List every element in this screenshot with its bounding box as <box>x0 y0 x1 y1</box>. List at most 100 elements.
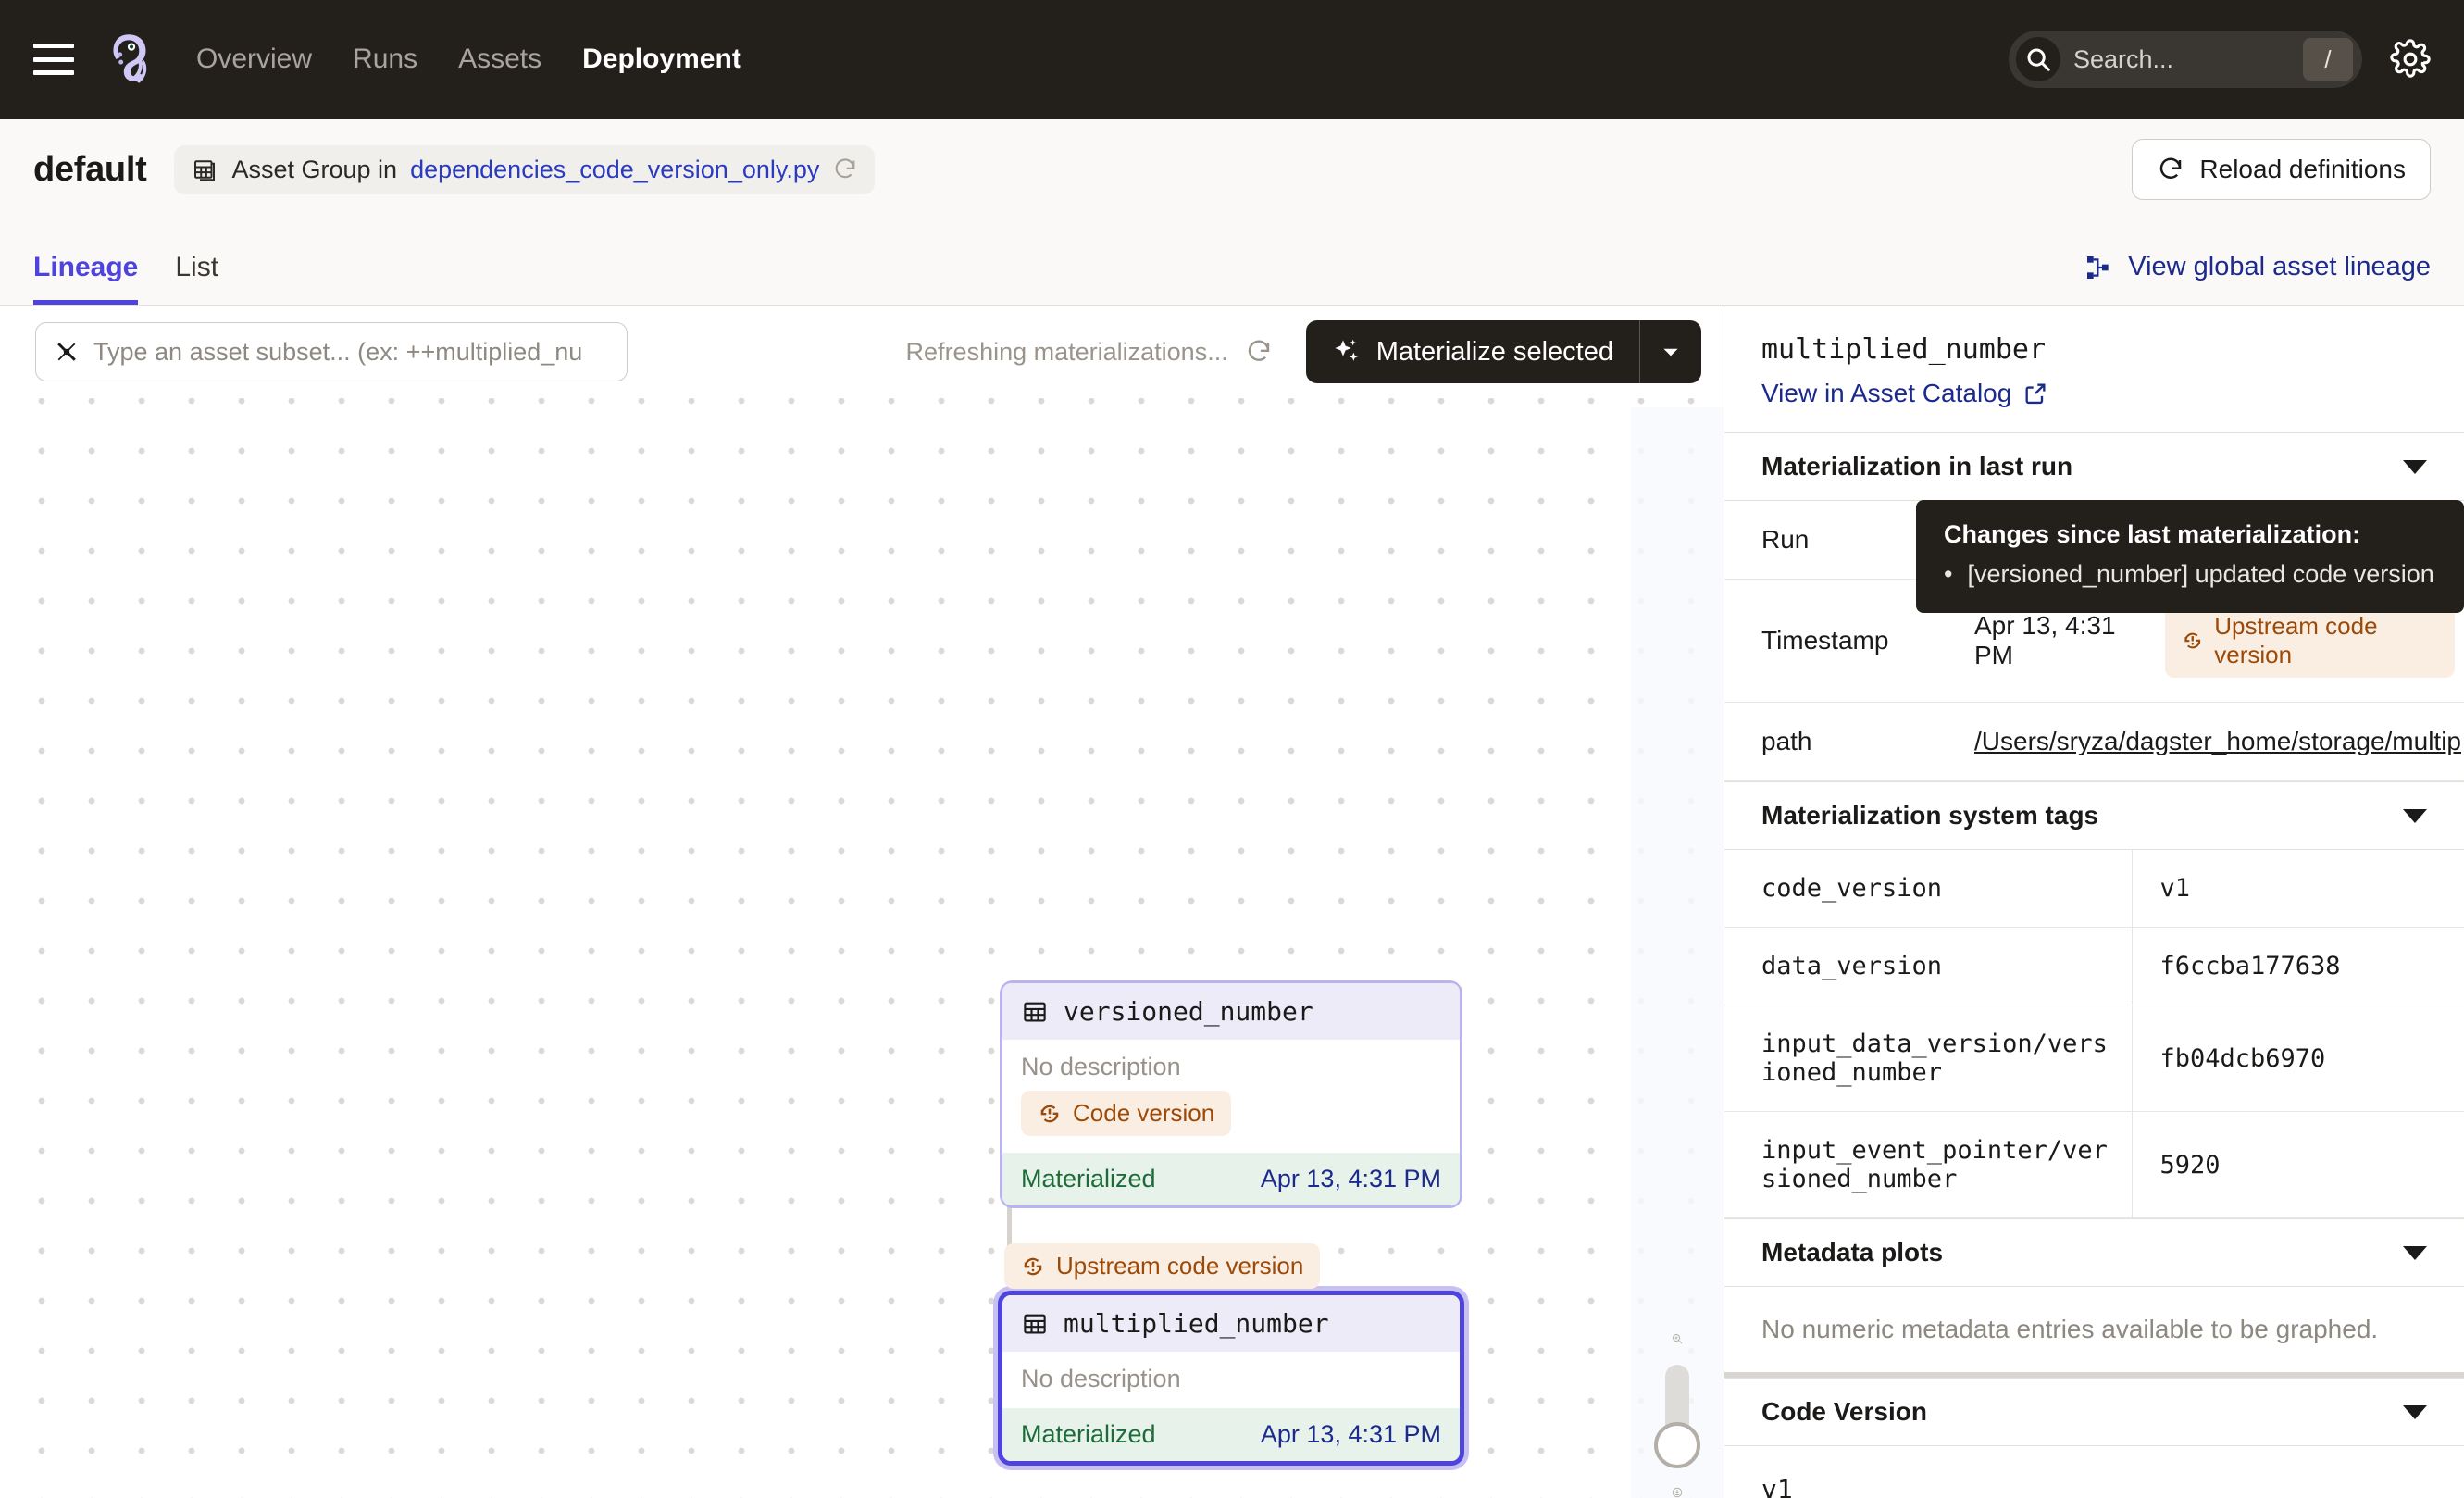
table-row: code_version v1 <box>1724 850 2464 928</box>
section-materialization-system-tags[interactable]: Materialization system tags <box>1724 781 2464 850</box>
asset-group-label: Asset Group in <box>231 156 397 184</box>
asset-group-file-link[interactable]: dependencies_code_version_only.py <box>410 156 819 184</box>
graph-edge-label: Upstream code version <box>1004 1243 1320 1289</box>
code-version-icon <box>2182 629 2204 653</box>
zoom-slider-handle[interactable] <box>1654 1422 1700 1468</box>
asset-lineage-graph[interactable]: Type an asset subset... (ex: ++multiplie… <box>0 306 1724 1498</box>
search-icon <box>2016 37 2060 81</box>
asset-node-status: Materialized <box>1021 1165 1156 1193</box>
tooltip-item-text: [versioned_number] updated code version <box>1967 560 2433 589</box>
section-metadata-plots[interactable]: Metadata plots <box>1724 1218 2464 1287</box>
asset-node-description: No description <box>1002 1352 1460 1408</box>
asset-group-breadcrumb: Asset Group in dependencies_code_version… <box>174 145 875 194</box>
materialization-timestamp: Apr 13, 4:31 PM <box>1974 611 2145 670</box>
row-key: data_version <box>1724 928 2132 1005</box>
table-row: input_data_version/versioned_number fb04… <box>1724 1005 2464 1112</box>
page-header: default Asset Group in dependencies_code… <box>0 119 2464 220</box>
page-title: default <box>33 150 146 190</box>
nav-link-runs[interactable]: Runs <box>353 44 417 75</box>
asset-node-footer: Materialized Apr 13, 4:31 PM <box>1002 1153 1460 1205</box>
graph-edge-label-text: Upstream code version <box>1056 1252 1303 1280</box>
upstream-code-version-badge[interactable]: Upstream code version <box>2165 604 2455 678</box>
refresh-status-label: Refreshing materializations... <box>906 338 1228 367</box>
asset-node-header: multiplied_number <box>1002 1295 1460 1352</box>
view-global-asset-lineage-link[interactable]: View global asset lineage <box>2084 252 2431 282</box>
asset-node-multiplied-number[interactable]: multiplied_number No description Materia… <box>998 1291 1464 1466</box>
reload-definitions-button[interactable]: Reload definitions <box>2132 139 2431 200</box>
nav-right-controls: Search... / <box>2009 0 2431 119</box>
dagster-logo-icon[interactable] <box>100 29 161 90</box>
table-row: input_event_pointer/versioned_number 592… <box>1724 1112 2464 1218</box>
gear-icon[interactable] <box>2390 39 2431 80</box>
section-materialization-in-last-run[interactable]: Materialization in last run <box>1724 432 2464 501</box>
row-value: 5920 <box>2132 1112 2464 1218</box>
refresh-icon[interactable] <box>1245 338 1273 366</box>
chevron-down-icon[interactable] <box>2403 460 2427 474</box>
code-version-badge-label: Code version <box>1073 1099 1214 1128</box>
nav-link-deployment[interactable]: Deployment <box>582 44 741 75</box>
table-icon <box>1021 998 1049 1026</box>
row-key: path <box>1724 703 1937 781</box>
external-link-icon <box>2022 381 2048 406</box>
upstream-code-version-badge[interactable]: Upstream code version <box>1004 1243 1320 1289</box>
tab-list[interactable]: List <box>175 252 218 305</box>
nav-link-assets[interactable]: Assets <box>458 44 541 75</box>
metadata-plots-empty-message: No numeric metadata entries available to… <box>1724 1287 2464 1378</box>
lineage-graph-icon <box>2084 253 2113 282</box>
view-global-asset-lineage-label: View global asset lineage <box>2128 252 2431 282</box>
materialize-dropdown-button[interactable] <box>1640 320 1701 383</box>
row-key: Timestamp <box>1724 580 1937 703</box>
chevron-down-icon[interactable] <box>2403 1246 2427 1260</box>
asset-group-icon <box>191 156 218 183</box>
tooltip-list-item: • [versioned_number] updated code versio… <box>1944 560 2436 589</box>
table-icon <box>1021 1310 1049 1338</box>
table-row: path /Users/sryza/dagster_home/storage/m… <box>1724 703 2464 781</box>
zoom-in-icon[interactable] <box>1653 1333 1701 1344</box>
graph-zoom-controls <box>1631 407 1724 1498</box>
nav-link-overview[interactable]: Overview <box>196 44 312 75</box>
bullet-icon: • <box>1944 560 1952 589</box>
row-key: Run <box>1724 501 1937 580</box>
global-search-input[interactable]: Search... / <box>2009 31 2362 88</box>
chevron-down-icon[interactable] <box>2403 1405 2427 1419</box>
hamburger-menu-icon[interactable] <box>33 44 74 75</box>
asset-details-header: multiplied_number View in Asset Catalog <box>1724 306 2464 432</box>
asset-details-name: multiplied_number <box>1761 333 2427 366</box>
search-shortcut-key: / <box>2303 38 2353 81</box>
view-in-asset-catalog-label: View in Asset Catalog <box>1761 379 2011 408</box>
code-version-badge[interactable]: Code version <box>1021 1091 1231 1136</box>
asset-node-header: versioned_number <box>1002 983 1460 1040</box>
section-code-version[interactable]: Code Version <box>1724 1378 2464 1446</box>
tooltip-title: Changes since last materialization: <box>1944 520 2436 549</box>
graph-toolbar: Type an asset subset... (ex: ++multiplie… <box>0 306 1724 398</box>
section-title: Code Version <box>1761 1397 1927 1427</box>
asset-node-title: multiplied_number <box>1064 1308 1329 1339</box>
asset-node-versioned-number[interactable]: versioned_number No description Code ver… <box>1000 980 1462 1208</box>
refresh-icon <box>2157 156 2184 183</box>
main-nav-links: Overview Runs Assets Deployment <box>196 44 741 75</box>
asset-node-title: versioned_number <box>1064 996 1313 1027</box>
asset-node-timestamp[interactable]: Apr 13, 4:31 PM <box>1261 1420 1441 1449</box>
asset-node-status: Materialized <box>1021 1420 1156 1449</box>
asset-details-panel: multiplied_number View in Asset Catalog … <box>1724 306 2464 1498</box>
zoom-to-fit-icon[interactable] <box>1653 1487 1701 1498</box>
row-key: input_event_pointer/versioned_number <box>1724 1112 2132 1218</box>
view-in-asset-catalog-link[interactable]: View in Asset Catalog <box>1761 379 2048 408</box>
asset-node-timestamp[interactable]: Apr 13, 4:31 PM <box>1261 1165 1441 1193</box>
tab-lineage[interactable]: Lineage <box>33 252 138 305</box>
materialize-selected-main[interactable]: Materialize selected <box>1306 320 1639 383</box>
materialization-path-link[interactable]: /Users/sryza/dagster_home/storage/multip <box>1974 727 2461 755</box>
materialize-selected-button[interactable]: Materialize selected <box>1306 320 1701 383</box>
tab-list: Lineage List <box>33 252 218 305</box>
asset-subset-input[interactable]: Type an asset subset... (ex: ++multiplie… <box>35 322 628 381</box>
search-placeholder: Search... <box>2073 45 2303 74</box>
app-root: Overview Runs Assets Deployment Search..… <box>0 0 2464 1498</box>
changes-tooltip: Changes since last materialization: • [v… <box>1916 500 2464 613</box>
asset-node-tag-row: Code version <box>1002 1091 1460 1153</box>
zoom-slider-track[interactable] <box>1665 1365 1689 1435</box>
chevron-down-icon[interactable] <box>2403 809 2427 823</box>
refresh-icon[interactable] <box>832 156 858 182</box>
section-title: Materialization in last run <box>1761 452 2072 481</box>
top-navigation-bar: Overview Runs Assets Deployment Search..… <box>0 0 2464 119</box>
section-title: Metadata plots <box>1761 1238 1943 1267</box>
